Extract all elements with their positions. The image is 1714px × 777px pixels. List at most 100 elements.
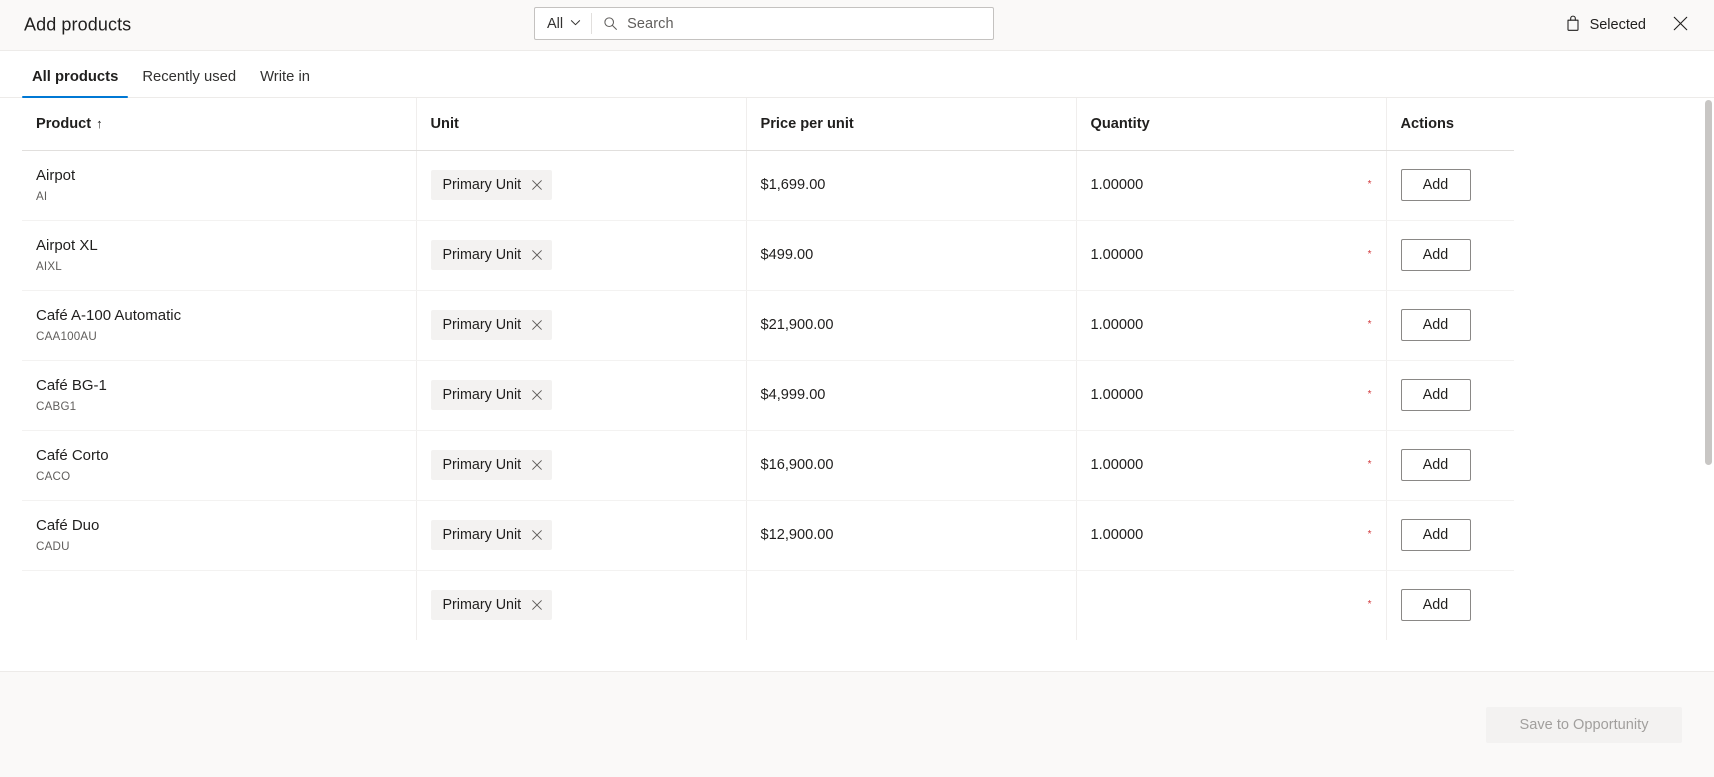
remove-unit-icon[interactable]: [531, 599, 543, 611]
close-button[interactable]: [1662, 7, 1698, 43]
table-vertical-scrollbar[interactable]: [1703, 98, 1714, 671]
product-code: CAA100AU: [36, 329, 97, 343]
table-row[interactable]: Café Duo CADU Primary Unit $12,900.00 1.0000…: [22, 500, 1514, 571]
unit-chip[interactable]: Primary Unit: [430, 170, 553, 200]
close-icon: [1672, 15, 1689, 35]
table-row[interactable]: Café BG-1 CABG1 Primary Unit $4,999.00 1.000…: [22, 360, 1514, 431]
remove-unit-icon[interactable]: [531, 319, 543, 331]
tab-write-in[interactable]: Write in: [250, 70, 320, 97]
save-to-opportunity-button[interactable]: Save to Opportunity: [1486, 706, 1682, 743]
column-header-unit[interactable]: Unit: [416, 98, 747, 151]
dialog-header: Add products All Search Selected: [0, 0, 1714, 51]
cell-price: $4,999.00: [746, 360, 1077, 431]
table-row[interactable]: Airpot XL AIXL Primary Unit $499.00 1.00000 *…: [22, 220, 1514, 291]
tab-all-products[interactable]: All products: [22, 70, 129, 98]
tab-bar: All products Recently used Write in: [0, 51, 1714, 98]
product-name: Café Corto: [36, 447, 109, 465]
remove-unit-icon[interactable]: [531, 249, 543, 261]
cell-quantity[interactable]: 1.00000 *: [1076, 500, 1387, 571]
cell-quantity[interactable]: *: [1076, 570, 1387, 640]
add-product-button[interactable]: Add: [1400, 169, 1471, 201]
cell-product: Café Corto CACO: [22, 430, 417, 501]
unit-chip-label: Primary Unit: [442, 527, 522, 543]
cell-unit: Primary Unit: [416, 290, 747, 361]
products-table-region: Product ↑ Unit Price per unit Quantity Ac…: [0, 98, 1714, 671]
remove-unit-icon[interactable]: [531, 389, 543, 401]
quantity-value: 1.00000: [1090, 247, 1144, 263]
table-row[interactable]: Primary Unit * Add: [22, 570, 1514, 640]
product-name: Café Duo: [36, 517, 100, 535]
product-code: AIXL: [36, 259, 62, 273]
products-table: Product ↑ Unit Price per unit Quantity Ac…: [22, 98, 1514, 640]
search-icon: [603, 16, 618, 31]
cell-quantity[interactable]: 1.00000 *: [1076, 360, 1387, 431]
table-row[interactable]: Café Corto CACO Primary Unit $16,900.00 1.00…: [22, 430, 1514, 501]
unit-chip[interactable]: Primary Unit: [430, 310, 553, 340]
add-product-button[interactable]: Add: [1400, 589, 1471, 622]
cell-unit: Primary Unit: [416, 430, 747, 501]
selected-button-label: Selected: [1589, 17, 1646, 33]
search-bar[interactable]: All: [534, 7, 994, 40]
scrollbar-thumb[interactable]: [1705, 100, 1712, 465]
cell-price: $16,900.00: [746, 430, 1077, 501]
cell-actions: Add: [1386, 430, 1514, 501]
table-row[interactable]: Café A-100 Automatic CAA100AU Primary Unit…: [22, 290, 1514, 361]
quantity-value: 1.00000: [1090, 177, 1144, 193]
unit-chip[interactable]: Primary Unit: [430, 240, 553, 270]
add-products-dialog: Add products All Search Selected All pro…: [0, 0, 1714, 777]
unit-chip[interactable]: Primary Unit: [430, 380, 553, 410]
quantity-value: 1.00000: [1090, 527, 1144, 543]
quantity-value: 1.00000: [1090, 317, 1144, 333]
tab-recently-used[interactable]: Recently used: [132, 70, 246, 97]
table-header-row: Product ↑ Unit Price per unit Quantity Ac…: [22, 98, 1514, 151]
cell-quantity[interactable]: 1.00000 *: [1076, 220, 1387, 291]
price-value: $21,900.00: [760, 317, 834, 333]
product-code: CADU: [36, 539, 70, 553]
cell-product: Airpot AI: [22, 150, 417, 221]
remove-unit-icon[interactable]: [531, 529, 543, 541]
add-product-button[interactable]: Add: [1400, 309, 1471, 341]
column-header-quantity-label: Quantity: [1090, 115, 1150, 132]
add-product-button[interactable]: Add: [1400, 239, 1471, 271]
shopping-bag-icon: [1565, 15, 1581, 36]
cell-quantity[interactable]: 1.00000 *: [1076, 150, 1387, 221]
unit-chip[interactable]: Primary Unit: [430, 450, 553, 480]
cell-price: $12,900.00: [746, 500, 1077, 571]
quantity-value: 1.00000: [1090, 457, 1144, 473]
column-header-quantity[interactable]: Quantity: [1076, 98, 1387, 151]
cell-actions: Add: [1386, 290, 1514, 361]
unit-chip-label: Primary Unit: [442, 247, 522, 263]
column-header-actions-label: Actions: [1400, 115, 1455, 132]
cell-product: Café A-100 Automatic CAA100AU: [22, 290, 417, 361]
add-product-button[interactable]: Add: [1400, 449, 1471, 481]
unit-chip-label: Primary Unit: [442, 387, 522, 403]
remove-unit-icon[interactable]: [531, 179, 543, 191]
column-header-product-label: Product: [36, 115, 92, 132]
selected-button[interactable]: Selected: [1555, 9, 1656, 41]
required-asterisk-icon: *: [1367, 179, 1372, 190]
remove-unit-icon[interactable]: [531, 459, 543, 471]
cell-actions: Add: [1386, 570, 1514, 640]
cell-price: [746, 570, 1077, 640]
add-product-button[interactable]: Add: [1400, 519, 1471, 551]
column-header-product[interactable]: Product ↑: [22, 98, 417, 151]
page-title: Add products: [24, 14, 132, 35]
price-value: $4,999.00: [760, 387, 826, 403]
required-asterisk-icon: *: [1367, 529, 1372, 540]
product-code: CABG1: [36, 399, 77, 413]
cell-quantity[interactable]: 1.00000 *: [1076, 430, 1387, 501]
required-asterisk-icon: *: [1367, 389, 1372, 400]
cell-product: Café BG-1 CABG1: [22, 360, 417, 431]
cell-price: $21,900.00: [746, 290, 1077, 361]
column-header-price[interactable]: Price per unit: [746, 98, 1077, 151]
cell-quantity[interactable]: 1.00000 *: [1076, 290, 1387, 361]
search-input[interactable]: [627, 8, 993, 39]
search-scope-dropdown[interactable]: All: [535, 8, 591, 39]
unit-chip[interactable]: Primary Unit: [430, 590, 553, 621]
unit-chip[interactable]: Primary Unit: [430, 520, 553, 550]
header-actions: Selected: [1555, 0, 1698, 50]
add-product-button[interactable]: Add: [1400, 379, 1471, 411]
table-row[interactable]: Airpot AI Primary Unit $1,699.00 1.00000 * Add: [22, 150, 1514, 221]
dialog-footer: Save to Opportunity: [0, 671, 1714, 777]
required-asterisk-icon: *: [1367, 459, 1372, 470]
